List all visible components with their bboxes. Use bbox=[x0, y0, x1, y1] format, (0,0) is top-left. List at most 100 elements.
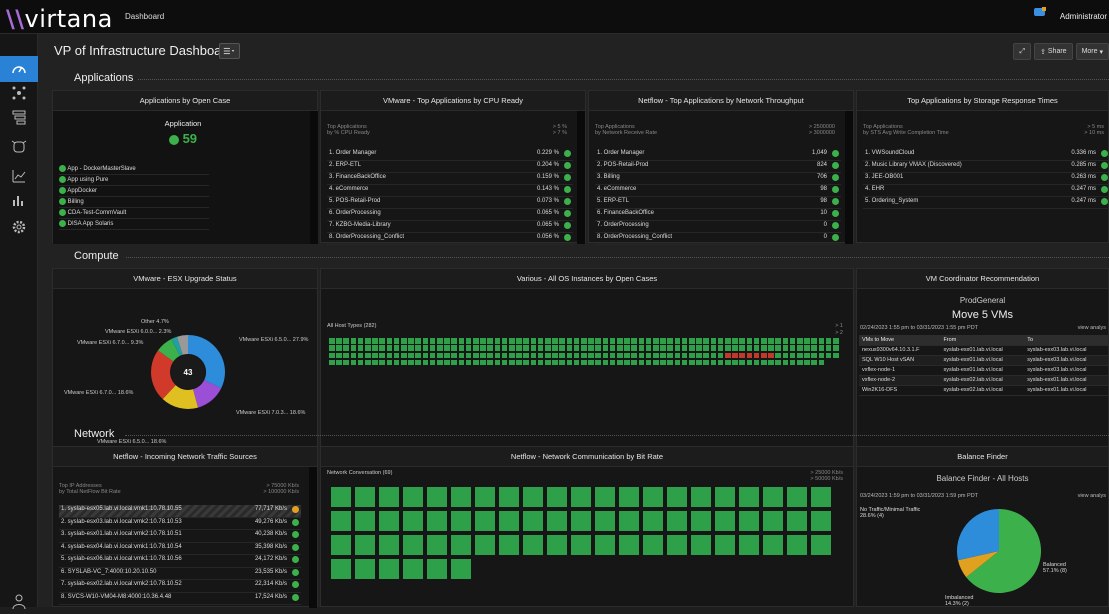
host-instance-tile[interactable] bbox=[703, 338, 709, 344]
sidebar-item-dashboards[interactable] bbox=[0, 56, 38, 82]
host-instance-tile[interactable] bbox=[717, 352, 724, 359]
host-instance-tile[interactable] bbox=[473, 338, 479, 344]
host-instance-tile[interactable] bbox=[818, 345, 825, 351]
host-instance-tile[interactable] bbox=[444, 352, 450, 359]
host-instance-tile[interactable] bbox=[681, 359, 688, 366]
host-instance-tile[interactable] bbox=[624, 338, 630, 344]
host-instance-tile[interactable] bbox=[753, 352, 760, 359]
host-instance-tile[interactable] bbox=[509, 338, 515, 344]
conversation-tile[interactable] bbox=[499, 511, 519, 531]
conversation-tile[interactable] bbox=[331, 535, 351, 555]
host-instance-tile[interactable] bbox=[732, 359, 738, 366]
host-instance-tile[interactable] bbox=[804, 338, 810, 344]
host-instance-tile[interactable] bbox=[473, 352, 479, 359]
host-instance-tile[interactable] bbox=[674, 338, 681, 344]
host-instance-tile[interactable] bbox=[559, 352, 565, 359]
host-instance-tile[interactable] bbox=[537, 359, 544, 366]
conversation-tile[interactable] bbox=[379, 535, 399, 555]
conversation-tile[interactable] bbox=[379, 511, 399, 531]
host-instance-tile[interactable] bbox=[473, 359, 479, 366]
list-item[interactable]: AppDocker bbox=[59, 186, 209, 197]
host-instance-tile[interactable] bbox=[545, 338, 551, 344]
host-instance-tile[interactable] bbox=[393, 338, 400, 344]
host-instance-tile[interactable] bbox=[372, 338, 378, 344]
host-instance-tile[interactable] bbox=[717, 338, 724, 344]
conversation-tile[interactable] bbox=[427, 559, 447, 579]
sidebar-item-settings[interactable] bbox=[0, 214, 38, 240]
host-instance-tile[interactable] bbox=[624, 345, 630, 351]
conversation-tile[interactable] bbox=[523, 511, 543, 531]
host-instance-tile[interactable] bbox=[789, 359, 796, 366]
host-instance-tile[interactable] bbox=[559, 345, 565, 351]
host-instance-tile[interactable] bbox=[415, 359, 421, 366]
host-instance-tile[interactable] bbox=[681, 345, 688, 351]
scrollbar[interactable] bbox=[310, 111, 318, 244]
host-instance-tile[interactable] bbox=[833, 345, 839, 351]
host-instance-tile[interactable] bbox=[825, 345, 832, 351]
conversation-tile[interactable] bbox=[715, 487, 735, 507]
host-instance-tile[interactable] bbox=[415, 345, 421, 351]
list-item[interactable]: DISA App Solaris bbox=[59, 219, 209, 230]
table-row[interactable]: 4. eCommerce 0.143 % bbox=[327, 185, 573, 197]
host-instance-tile[interactable] bbox=[609, 338, 616, 344]
conversation-tile[interactable] bbox=[475, 535, 495, 555]
conversation-tile[interactable] bbox=[331, 487, 351, 507]
host-instance-tile[interactable] bbox=[732, 352, 738, 359]
host-instance-tile[interactable] bbox=[725, 338, 731, 344]
host-instance-tile[interactable] bbox=[753, 359, 760, 366]
list-item[interactable]: App using Pure bbox=[59, 175, 209, 186]
host-instance-tile[interactable] bbox=[782, 352, 789, 359]
table-row[interactable]: 3. FinanceBackOffice 0.159 % bbox=[327, 173, 573, 185]
host-instance-tile[interactable] bbox=[566, 359, 573, 366]
host-instance-tile[interactable] bbox=[674, 345, 681, 351]
host-instance-tile[interactable] bbox=[429, 352, 436, 359]
host-instance-tile[interactable] bbox=[365, 352, 371, 359]
host-instance-tile[interactable] bbox=[797, 359, 803, 366]
view-analysis-link[interactable]: view analys bbox=[1078, 325, 1106, 331]
host-instance-tile[interactable] bbox=[573, 338, 580, 344]
conversation-tile[interactable] bbox=[763, 511, 783, 531]
host-instance-tile[interactable] bbox=[689, 338, 695, 344]
table-row[interactable]: 5. ERP-ETL 98 bbox=[595, 197, 841, 209]
host-instance-tile[interactable] bbox=[825, 338, 832, 344]
host-instance-tile[interactable] bbox=[487, 359, 493, 366]
host-instance-tile[interactable] bbox=[761, 359, 767, 366]
host-instance-tile[interactable] bbox=[444, 338, 450, 344]
host-instance-tile[interactable] bbox=[336, 345, 342, 351]
host-instance-tile[interactable] bbox=[537, 345, 544, 351]
host-instance-tile[interactable] bbox=[336, 338, 342, 344]
host-instance-tile[interactable] bbox=[509, 352, 515, 359]
conversation-tile[interactable] bbox=[667, 535, 687, 555]
host-instance-tile[interactable] bbox=[617, 359, 623, 366]
host-instance-tile[interactable] bbox=[552, 338, 558, 344]
conversation-tile[interactable] bbox=[403, 487, 423, 507]
host-instance-tile[interactable] bbox=[350, 359, 357, 366]
conversation-tile[interactable] bbox=[619, 511, 639, 531]
conversation-tile[interactable] bbox=[547, 511, 567, 531]
host-instance-tile[interactable] bbox=[365, 338, 371, 344]
host-instance-tile[interactable] bbox=[473, 345, 479, 351]
host-instance-tile[interactable] bbox=[602, 345, 609, 351]
host-instance-tile[interactable] bbox=[653, 345, 659, 351]
table-row[interactable]: 4. syslab-esx04.lab.vi.local:vmk1:10.78.… bbox=[59, 543, 301, 555]
conversation-tile[interactable] bbox=[355, 535, 375, 555]
host-instance-tile[interactable] bbox=[422, 352, 429, 359]
table-row[interactable]: 2. POS-Retail-Prod 824 bbox=[595, 161, 841, 173]
host-instance-tile[interactable] bbox=[422, 359, 429, 366]
sidebar-item-analytics[interactable] bbox=[0, 163, 38, 189]
host-instance-tile[interactable] bbox=[386, 338, 393, 344]
host-instance-tile[interactable] bbox=[833, 338, 839, 344]
host-instance-tile[interactable] bbox=[357, 352, 364, 359]
host-instance-tile[interactable] bbox=[501, 352, 508, 359]
conversation-tile[interactable] bbox=[331, 511, 351, 531]
host-instance-tile[interactable] bbox=[444, 345, 450, 351]
host-instance-tile[interactable] bbox=[631, 345, 637, 351]
host-instance-tile[interactable] bbox=[401, 338, 407, 344]
host-instance-tile[interactable] bbox=[552, 352, 558, 359]
host-instance-tile[interactable] bbox=[588, 359, 594, 366]
conversation-tile[interactable] bbox=[739, 535, 759, 555]
conversation-tile[interactable] bbox=[475, 511, 495, 531]
host-instance-tile[interactable] bbox=[487, 345, 493, 351]
host-instance-tile[interactable] bbox=[768, 345, 774, 351]
host-instance-tile[interactable] bbox=[638, 352, 645, 359]
